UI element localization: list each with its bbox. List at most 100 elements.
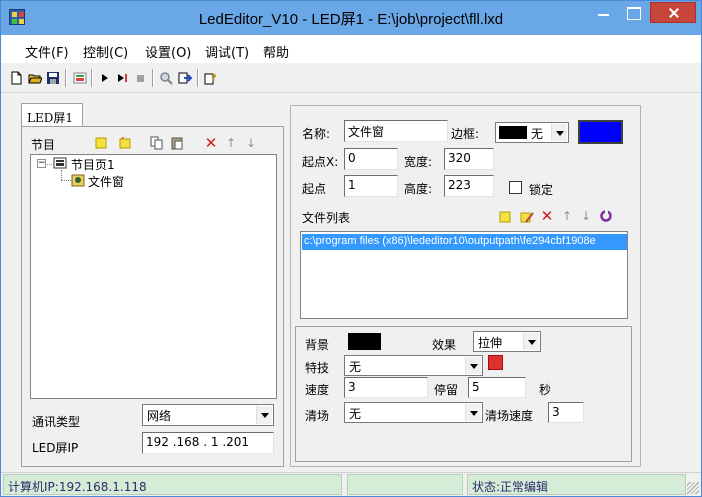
- menu-file[interactable]: 文件(F): [25, 42, 69, 61]
- program-icon[interactable]: [73, 71, 87, 85]
- file-list-item[interactable]: c:\program files (x86)\lededitor10\outpu…: [302, 234, 627, 250]
- width-input[interactable]: 320: [444, 148, 494, 170]
- window-icon: [71, 173, 85, 187]
- clear-label: 清场: [305, 409, 330, 423]
- add-file-icon[interactable]: [498, 210, 512, 224]
- file-down-icon[interactable]: ↓: [579, 209, 593, 223]
- help-icon[interactable]: ?: [204, 71, 218, 85]
- special-select[interactable]: 无: [344, 355, 483, 376]
- background-color-button[interactable]: [348, 333, 381, 350]
- start-x-label: 起点X:: [302, 155, 339, 169]
- stay-input[interactable]: 5: [468, 377, 526, 398]
- tree-connector: [61, 180, 71, 181]
- border-label: 边框:: [451, 127, 480, 141]
- status-cell-empty: [347, 474, 463, 495]
- speed-input[interactable]: 3: [344, 377, 428, 398]
- file-up-icon[interactable]: ↑: [560, 209, 574, 223]
- menu-control[interactable]: 控制(C): [83, 42, 128, 61]
- stop-icon[interactable]: [134, 71, 148, 85]
- led-ip-input[interactable]: 192 .168 . 1 .201: [142, 432, 274, 454]
- menu-debug[interactable]: 调试(T): [205, 42, 249, 61]
- tree-item-page[interactable]: 节目页1: [71, 156, 115, 173]
- maximize-button[interactable]: [620, 2, 647, 23]
- special-label: 特技: [305, 361, 330, 375]
- step-play-icon[interactable]: [116, 71, 130, 85]
- toolbar-separator: [152, 69, 154, 87]
- resize-grip-icon[interactable]: [687, 482, 699, 494]
- speed-label: 速度: [305, 383, 330, 397]
- close-button[interactable]: [650, 2, 696, 23]
- menu-bar: 文件(F) 控制(C) 设置(O) 调试(T) 帮助: [1, 35, 701, 63]
- chevron-down-icon[interactable]: [465, 357, 481, 374]
- delete-file-icon[interactable]: ✕: [540, 209, 554, 224]
- status-bar: 计算机IP:192.168.1.118 状态:正常编辑: [1, 472, 701, 496]
- move-up-icon[interactable]: ↑: [224, 136, 238, 150]
- toolbar-separator: [91, 69, 93, 87]
- open-folder-icon[interactable]: [28, 71, 43, 85]
- chevron-down-icon[interactable]: [551, 124, 567, 141]
- edit-status: 状态:正常编辑: [467, 474, 686, 495]
- svg-text:?: ?: [211, 73, 217, 84]
- chevron-down-icon[interactable]: [465, 404, 481, 421]
- search-icon[interactable]: [159, 71, 173, 85]
- tree-connector: [47, 164, 52, 165]
- name-label: 名称:: [302, 127, 331, 141]
- add-window-icon[interactable]: [118, 136, 132, 150]
- effect-select[interactable]: 拉伸: [473, 331, 541, 352]
- width-label: 宽度:: [404, 155, 433, 169]
- border-style-swatch: [499, 126, 527, 139]
- export-icon[interactable]: [178, 71, 193, 85]
- refresh-icon[interactable]: [599, 209, 613, 223]
- height-input[interactable]: 223: [444, 175, 494, 197]
- name-input[interactable]: 文件窗: [344, 120, 448, 142]
- background-label: 背景: [305, 338, 330, 352]
- menu-settings[interactable]: 设置(O): [145, 42, 191, 61]
- edit-file-icon[interactable]: [520, 210, 534, 224]
- comm-type-label: 通讯类型: [32, 415, 81, 429]
- border-color-button[interactable]: [578, 120, 623, 144]
- title-bar[interactable]: LedEditor_V10 - LED屏1 - E:\job\project\f…: [1, 1, 701, 35]
- toolbar: ?: [1, 63, 701, 93]
- lock-label: 锁定: [529, 183, 554, 197]
- clear-select[interactable]: 无: [344, 402, 483, 423]
- tab-led-screen-1[interactable]: LED屏1: [21, 103, 83, 127]
- toolbar-separator: [197, 69, 199, 87]
- page-icon: [53, 156, 67, 170]
- effect-label: 效果: [432, 338, 457, 352]
- play-icon[interactable]: [98, 71, 112, 85]
- start-y-input[interactable]: 1: [344, 175, 398, 197]
- computer-ip-status: 计算机IP:192.168.1.118: [3, 474, 342, 495]
- file-list-label: 文件列表: [302, 211, 351, 225]
- lock-checkbox[interactable]: [509, 181, 522, 194]
- program-tree[interactable]: − 节目页1 文件窗: [30, 154, 277, 399]
- tree-connector: [61, 170, 62, 180]
- add-program-icon[interactable]: [94, 136, 108, 150]
- tree-item-file-window[interactable]: 文件窗: [88, 173, 124, 190]
- start-x-input[interactable]: 0: [344, 148, 398, 170]
- led-ip-label: LED屏IP: [32, 441, 79, 455]
- stay-unit: 秒: [539, 383, 552, 397]
- save-icon[interactable]: [46, 71, 60, 85]
- menu-help[interactable]: 帮助: [263, 42, 289, 61]
- chevron-down-icon[interactable]: [523, 333, 539, 350]
- program-label: 节目: [31, 138, 56, 152]
- delete-icon[interactable]: ✕: [204, 136, 218, 151]
- special-color-button[interactable]: [488, 355, 503, 370]
- toolbar-separator: [65, 69, 67, 87]
- copy-icon[interactable]: [150, 136, 164, 150]
- file-list[interactable]: c:\program files (x86)\lededitor10\outpu…: [300, 231, 628, 319]
- clear-speed-label: 清场速度: [485, 409, 534, 423]
- new-file-icon[interactable]: [9, 71, 23, 85]
- paste-icon[interactable]: [170, 136, 184, 150]
- collapse-icon[interactable]: −: [37, 159, 46, 168]
- start-y-label: 起点: [302, 182, 327, 196]
- move-down-icon[interactable]: ↓: [244, 136, 258, 150]
- border-select[interactable]: 无: [495, 122, 569, 143]
- comm-type-select[interactable]: 网络: [142, 404, 274, 426]
- chevron-down-icon[interactable]: [256, 406, 272, 424]
- stay-label: 停留: [434, 383, 459, 397]
- height-label: 高度:: [404, 182, 433, 196]
- clear-speed-input[interactable]: 3: [548, 402, 584, 423]
- app-window: LedEditor_V10 - LED屏1 - E:\job\project\f…: [0, 0, 702, 497]
- minimize-button[interactable]: [590, 2, 617, 23]
